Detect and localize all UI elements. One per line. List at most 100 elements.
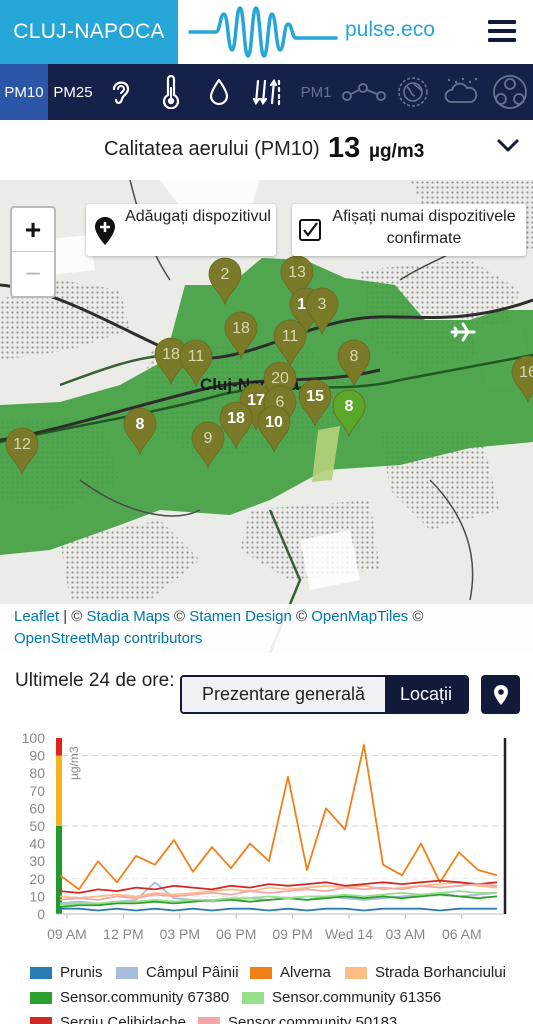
legend-label: Sensor.community 50183 [228,1014,398,1024]
legend-swatch [30,1016,52,1024]
zoom-in-button[interactable]: + [12,208,54,252]
view-toggle: Prezentare generală Locații [180,675,469,714]
molecule-icon[interactable] [340,64,388,120]
sensor-toolbar: PM10 PM25 PM1 [0,64,533,120]
attrib-sep: | © [59,608,87,625]
tab-locations[interactable]: Locații [385,677,467,712]
sensor-marker-value: 8 [350,348,359,365]
x-tick-label: 03 AM [386,926,426,942]
x-tick-label: 06 AM [442,926,482,942]
add-location-pin-icon [95,217,115,245]
x-tick-label: 12 PM [103,926,143,942]
legend-swatch [30,991,52,1004]
location-pin-button[interactable] [481,675,520,714]
legend-item[interactable]: Sensor.community 67380 [30,989,229,1006]
sensor-marker-value: 11 [282,328,299,345]
attrib-sep: © [169,608,190,625]
map-view[interactable]: Cluj-Napoca 2131531811181182017615818109… [0,180,533,653]
legend-item[interactable]: Sensor.community 50183 [198,1014,397,1024]
globe-icon[interactable] [392,64,434,120]
add-device-button[interactable]: Adăugați dispozitivul [86,204,276,256]
legend-swatch [198,1016,220,1024]
legend-label: Prunis [60,964,103,981]
legend-label: Alverna [280,964,331,981]
last-24h-label: Ultimele 24 de ore: [15,670,175,691]
sensor-marker-value: 16 [519,364,533,381]
x-tick-label: Wed 14 [325,926,373,942]
y-axis-label: µg/m3 [67,746,81,780]
legend-label: Sensor.community 67380 [60,989,230,1006]
tab-pm25[interactable]: PM25 [48,64,98,120]
tab-overview[interactable]: Prezentare generală [182,677,385,712]
zoom-control: + − [10,206,56,298]
series-line[interactable] [60,907,497,912]
threshold-band [56,755,62,826]
threshold-band [56,738,62,756]
legend-item[interactable]: Câmpul Pâinii [116,964,239,981]
x-tick-label: 03 PM [160,926,200,942]
thermometer-icon[interactable] [150,64,192,120]
legend-item[interactable]: Alverna [250,964,331,981]
tab-pm10[interactable]: PM10 [0,64,48,120]
sensor-marker-value: 12 [13,436,31,453]
legend-label: Sensor.community 61356 [272,989,442,1006]
y-tick-label: 60 [29,800,45,816]
weather-icon[interactable] [440,64,482,120]
attrib-sep: © [291,608,312,625]
sensor-marker-value: 13 [288,264,306,281]
pulse-wave-logo-icon [188,6,338,58]
legend-swatch [345,966,367,979]
attrib-sep: © [408,608,424,625]
zoom-out-button[interactable]: − [12,252,54,296]
logo-text: pulse.eco [345,18,435,41]
y-tick-label: 30 [29,853,45,869]
map-attribution: Leaflet | © Stadia Maps © Stamen Design … [0,604,533,653]
network-icon[interactable] [488,64,532,120]
location-pin-icon [493,684,508,705]
sensor-marker-value: 17 [247,392,265,409]
sensor-marker-value: 2 [221,266,230,283]
sensor-marker-value: 15 [306,388,324,405]
quality-value: 13 [328,132,361,164]
add-device-label: Adăugați dispozitivul [125,208,271,225]
legend-swatch [116,966,138,979]
legend-item[interactable]: Sergiu Celibidache [30,1014,186,1024]
confirmed-only-label: Afișați numai dispozitivele confirmate [332,208,516,247]
air-quality-summary[interactable]: Calitatea aerului (PM10) 13 µg/m3 [0,120,533,180]
y-tick-label: 70 [29,783,45,799]
chevron-down-icon[interactable] [496,138,520,154]
menu-hamburger-icon[interactable] [488,20,516,42]
legend-label: Strada Borhanciului [375,964,506,981]
stadia-link[interactable]: Stadia Maps [87,608,170,625]
y-tick-label: 0 [37,906,45,922]
legend-label: Sergiu Celibidache [60,1014,186,1024]
sensor-marker-value: 8 [345,398,354,415]
app-header: CLUJ-NAPOCA pulse.eco [0,0,533,64]
series-line[interactable] [59,744,498,891]
stamen-link[interactable]: Stamen Design [189,608,292,625]
tab-pm1[interactable]: PM1 [296,64,336,120]
quality-label: Calitatea aerului (PM10) [104,138,320,160]
legend-item[interactable]: Prunis [30,964,103,981]
sensor-marker-value: 18 [227,410,245,427]
x-tick-label: 09 PM [272,926,312,942]
checkbox-icon[interactable] [298,218,322,242]
confirmed-only-toggle[interactable]: Afișați numai dispozitivele confirmate [292,204,526,256]
y-tick-label: 40 [29,836,45,852]
osm-link[interactable]: OpenStreetMap contributors [14,630,202,647]
threshold-band [56,826,62,914]
x-tick-label: 06 PM [216,926,256,942]
chart-legend: Prunis Câmpul Pâinii Alverna Strada Borhanc… [0,960,533,1024]
openmaptiles-link[interactable]: OpenMapTiles [311,608,408,625]
ear-icon[interactable] [100,64,142,120]
city-title[interactable]: CLUJ-NAPOCA [0,0,178,64]
sensor-marker-value: 18 [232,320,250,337]
legend-item[interactable]: Strada Borhanciului [345,964,506,981]
humidity-icon[interactable] [198,64,240,120]
pm10-line-chart[interactable]: 0 1020 3040 50 6070 8090 100 µg/m3 09 AM 12 PM 03 … [0,726,533,956]
pressure-icon[interactable] [246,64,288,120]
leaflet-link[interactable]: Leaflet [14,608,59,625]
sensor-marker-value: 10 [265,414,283,431]
legend-item[interactable]: Sensor.community 61356 [242,989,441,1006]
quality-unit: µg/m3 [369,141,425,162]
